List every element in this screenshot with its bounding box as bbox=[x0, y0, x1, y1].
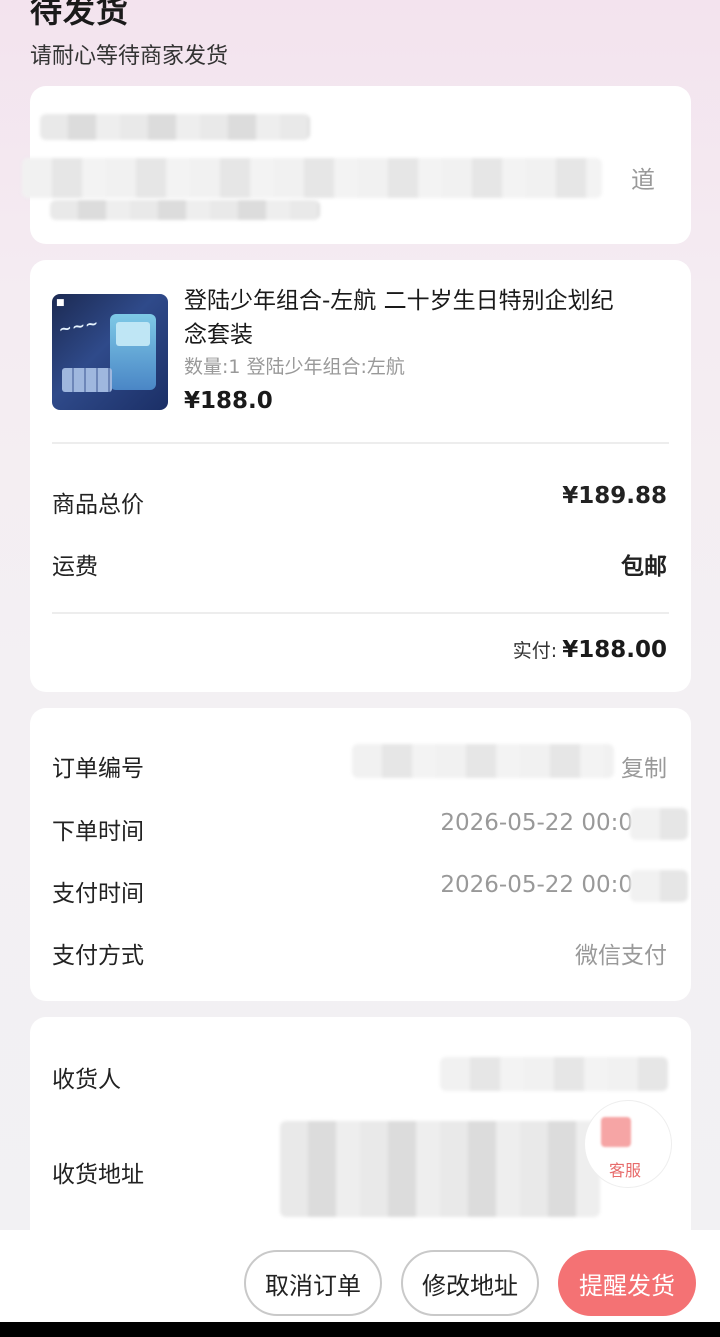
redacted-order-number bbox=[352, 744, 614, 778]
product-image-screen bbox=[116, 322, 150, 346]
product-price: ¥188.0 bbox=[184, 388, 273, 414]
receiver-name-label: 收货人 bbox=[52, 1067, 121, 1093]
pay-method-value: 微信支付 bbox=[575, 943, 667, 969]
address-card[interactable]: 道 bbox=[22, 86, 691, 244]
shipping-label: 运费 bbox=[52, 554, 98, 580]
shipping-value: 包邮 bbox=[621, 554, 667, 580]
order-info-card: 订单编号 复制 下单时间 2026-05-22 00:0 支付时间 2026-0… bbox=[30, 708, 691, 1001]
order-time-label: 下单时间 bbox=[52, 819, 144, 845]
paid-amount: ¥188.00 bbox=[562, 637, 667, 663]
pay-time-value: 2026-05-22 00:0 bbox=[440, 872, 633, 898]
product-card: ■ ~~~ 登陆少年组合-左航 二十岁生日特别企划纪念套装 数量:1 登陆少年组… bbox=[30, 260, 691, 692]
redacted-address-line-1 bbox=[40, 114, 310, 140]
product-image-photos bbox=[62, 368, 112, 392]
headset-icon bbox=[601, 1117, 631, 1147]
goods-total-value: ¥189.88 bbox=[562, 483, 667, 509]
cancel-order-button[interactable]: 取消订单 bbox=[244, 1250, 382, 1316]
customer-service-button[interactable]: 客服 bbox=[584, 1100, 672, 1188]
modify-address-button[interactable]: 修改地址 bbox=[401, 1250, 539, 1316]
divider bbox=[52, 612, 669, 614]
product-image[interactable]: ■ ~~~ bbox=[52, 294, 168, 410]
page-subtitle: 请耐心等待商家发货 bbox=[30, 44, 229, 69]
address-tail-text: 道 bbox=[631, 166, 655, 194]
divider bbox=[52, 442, 669, 444]
product-meta: 数量:1 登陆少年组合:左航 bbox=[184, 356, 405, 378]
page-title: 待发货 bbox=[30, 0, 130, 30]
product-image-brand-mark: ■ bbox=[56, 298, 65, 308]
redacted-order-time-tail bbox=[630, 808, 688, 840]
redacted-address-line-2 bbox=[22, 158, 602, 198]
redacted-address-line-3 bbox=[50, 200, 320, 220]
customer-service-label: 客服 bbox=[609, 1161, 642, 1180]
goods-total-label: 商品总价 bbox=[52, 492, 144, 518]
paid-total: 实付: ¥188.00 bbox=[513, 636, 667, 663]
product-title[interactable]: 登陆少年组合-左航 二十岁生日特别企划纪念套装 bbox=[184, 284, 624, 352]
remind-shipping-button[interactable]: 提醒发货 bbox=[558, 1250, 696, 1316]
paid-label: 实付: bbox=[512, 640, 558, 662]
system-nav-bar bbox=[0, 1322, 720, 1337]
receiver-address-label: 收货地址 bbox=[52, 1162, 144, 1188]
redacted-receiver-address bbox=[280, 1121, 600, 1217]
pay-method-label: 支付方式 bbox=[52, 943, 144, 969]
order-number-label: 订单编号 bbox=[52, 756, 144, 782]
redacted-receiver-name bbox=[440, 1057, 668, 1091]
redacted-pay-time-tail bbox=[630, 870, 688, 902]
bottom-action-bar: 取消订单 修改地址 提醒发货 bbox=[0, 1230, 720, 1337]
pay-time-label: 支付时间 bbox=[52, 881, 144, 907]
order-time-value: 2026-05-22 00:0 bbox=[440, 810, 633, 836]
copy-order-number-button[interactable]: 复制 bbox=[621, 749, 667, 783]
